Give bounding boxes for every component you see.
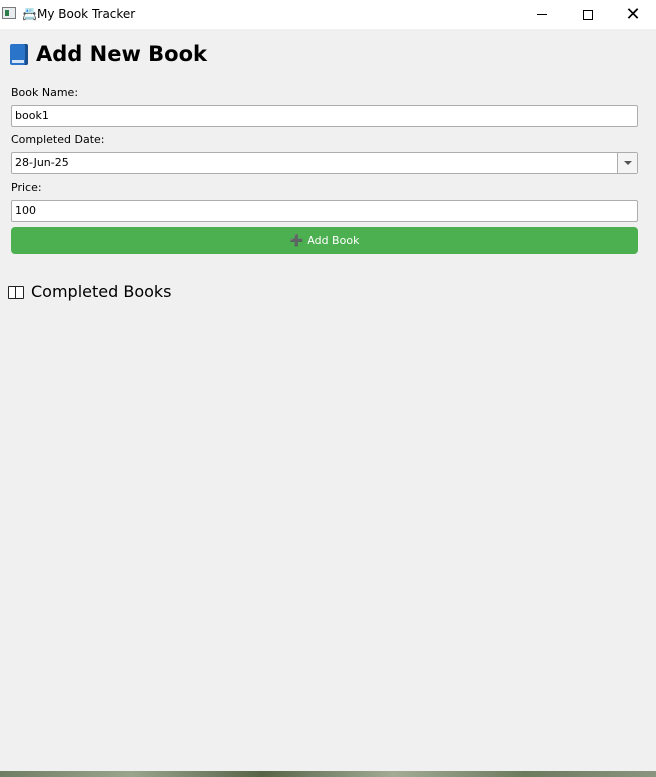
plus-icon: ➕ [289, 234, 304, 247]
app-window: 📇 My Book Tracker ✕ Add New Book Book Na… [0, 0, 656, 771]
chevron-down-icon [623, 161, 632, 165]
window-title: My Book Tracker [37, 7, 136, 21]
open-book-icon [8, 285, 24, 299]
price-input[interactable]: 100 [11, 200, 638, 222]
completed-books-title: Completed Books [31, 282, 172, 301]
app-icon [2, 7, 16, 19]
maximize-icon [583, 9, 593, 20]
desktop-background [0, 771, 656, 777]
completed-books-heading: Completed Books [8, 282, 172, 302]
book-name-label: Book Name: [11, 86, 79, 99]
add-book-label: Add Book [307, 234, 360, 247]
add-book-button[interactable]: ➕ Add Book [11, 227, 638, 254]
completed-date-combobox[interactable]: 28-Jun-25 [11, 152, 638, 174]
book-name-input[interactable]: book1 [11, 105, 638, 127]
title-card-icon: 📇 [22, 7, 37, 21]
date-dropdown-button[interactable] [617, 153, 637, 173]
page-title: Add New Book [36, 42, 207, 66]
blue-book-icon [10, 43, 28, 65]
add-book-heading: Add New Book [10, 40, 207, 68]
maximize-button[interactable] [565, 0, 611, 29]
close-button[interactable]: ✕ [610, 0, 656, 29]
price-label: Price: [11, 181, 42, 194]
minimize-button[interactable] [519, 0, 565, 29]
completed-date-label: Completed Date: [11, 133, 105, 146]
completed-date-value: 28-Jun-25 [15, 156, 69, 169]
close-icon: ✕ [625, 3, 641, 25]
title-bar[interactable]: 📇 My Book Tracker ✕ [0, 0, 656, 29]
minimize-icon [537, 14, 547, 15]
